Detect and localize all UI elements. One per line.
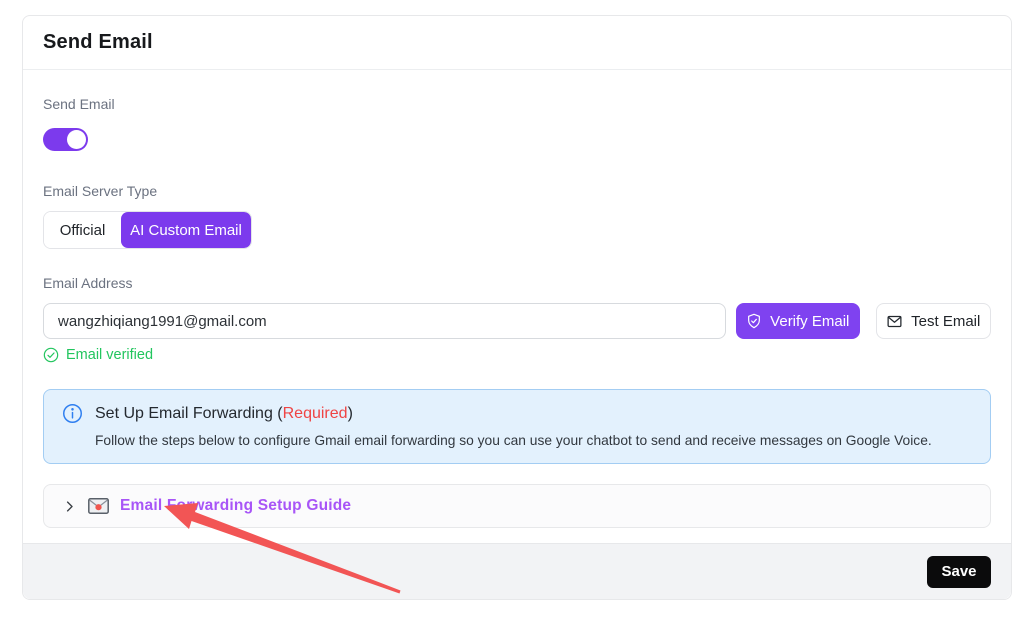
shield-check-icon <box>746 313 762 329</box>
server-type-option-official[interactable]: Official <box>44 212 121 248</box>
check-circle-icon <box>43 347 59 363</box>
card-body: Send Email Email Server Type Official AI… <box>23 70 1011 528</box>
verify-email-label: Verify Email <box>770 313 849 330</box>
page-title: Send Email <box>43 31 153 54</box>
server-type-segmented-control: Official AI Custom Email <box>43 211 252 249</box>
required-badge: Required <box>283 405 348 422</box>
setup-forwarding-callout: Set Up Email Forwarding (Required) Follo… <box>43 389 991 464</box>
send-email-card: Send Email Send Email Email Server Type … <box>22 15 1012 600</box>
email-emoji-icon <box>88 498 109 514</box>
envelope-icon <box>886 313 903 330</box>
info-circle-icon <box>62 403 83 424</box>
callout-title: Set Up Email Forwarding (Required) <box>95 405 353 423</box>
email-address-label: Email Address <box>43 275 991 291</box>
test-email-button[interactable]: Test Email <box>876 303 991 339</box>
toggle-knob <box>67 130 86 149</box>
email-verified-text: Email verified <box>66 347 153 363</box>
email-address-input[interactable] <box>43 303 726 339</box>
card-footer: Save <box>23 543 1011 599</box>
server-type-option-ai-custom[interactable]: AI Custom Email <box>121 212 251 248</box>
card-header: Send Email <box>23 16 1011 70</box>
email-forwarding-guide-link[interactable]: Email Forwarding Setup Guide <box>120 497 351 515</box>
email-row: Verify Email Test Email <box>43 303 991 339</box>
email-forwarding-guide-toggle[interactable]: Email Forwarding Setup Guide <box>43 484 991 528</box>
callout-header: Set Up Email Forwarding (Required) <box>62 403 972 424</box>
chevron-right-icon[interactable] <box>62 499 77 514</box>
save-button[interactable]: Save <box>927 556 991 588</box>
send-email-toggle-label: Send Email <box>43 96 991 112</box>
test-email-label: Test Email <box>911 313 980 330</box>
callout-description: Follow the steps below to configure Gmai… <box>95 433 972 448</box>
server-type-label: Email Server Type <box>43 183 991 199</box>
verify-email-button[interactable]: Verify Email <box>736 303 859 339</box>
send-email-toggle[interactable] <box>43 128 88 151</box>
email-verified-status: Email verified <box>43 347 991 363</box>
